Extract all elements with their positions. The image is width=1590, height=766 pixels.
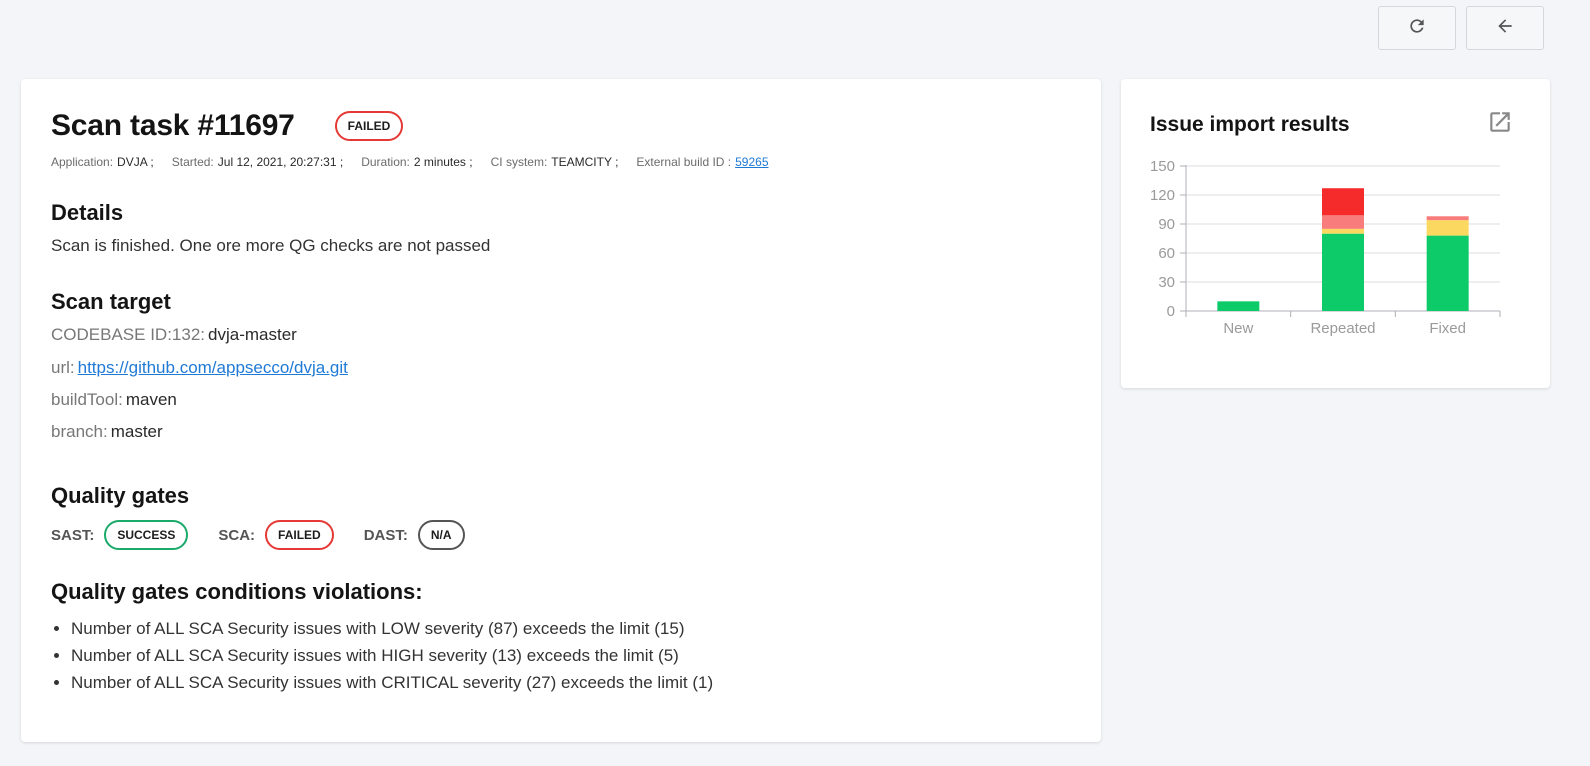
buildtool-value: maven [125,390,177,409]
meta-duration-label: Duration: [361,155,410,169]
branch-label: branch: [51,422,108,441]
gate-sca-status-badge: FAILED [265,520,334,550]
codebase-label: CODEBASE ID:132: [51,325,206,344]
gate-sast-status-badge: SUCCESS [104,520,189,550]
meta-application-value: DVJA ; [117,155,154,169]
quality-gates-heading: Quality gates [51,483,190,508]
top-toolbar [0,0,1590,58]
y-tick-label: 0 [1167,303,1175,320]
gate-dast-status-badge: N/A [417,520,465,550]
meta-duration-value: 2 minutes ; [413,155,473,169]
gate-sca: SCA: FAILED [218,520,334,550]
bar-segment-repeated-2 [1322,215,1364,229]
y-tick-label: 120 [1150,187,1175,204]
refresh-icon [1407,16,1427,41]
gate-sast-label: SAST: [51,526,95,544]
y-tick-label: 60 [1158,245,1175,262]
buildtool-row: buildTool: maven [51,390,177,410]
meta-application-label: Application: [51,155,114,169]
bar-segment-repeated-3 [1322,188,1364,216]
url-label: url: [51,358,75,377]
bar-segment-fixed-1 [1426,220,1469,236]
codebase-row: CODEBASE ID:132: dvja-master [51,325,297,345]
build-id-link[interactable]: 59265 [735,155,768,169]
x-tick-label: Fixed [1429,320,1466,337]
y-tick-label: 150 [1150,158,1175,175]
url-row: url: https://github.com/appsecco/dvja.git [51,358,348,378]
scan-target-heading: Scan target [51,289,171,314]
meta-started-value: Jul 12, 2021, 20:27:31 ; [217,155,344,169]
violation-item: Number of ALL SCA Security issues with C… [71,669,713,696]
bar-segment-new-0 [1217,301,1260,311]
gate-dast-label: DAST: [363,526,408,544]
scan-task-card: Scan task #11697 FAILED Application: DVJA… [21,79,1101,742]
y-tick-label: 30 [1158,274,1175,291]
issue-import-chart: 0 30 60 90 120 150 New Repeated Fixed [1150,158,1501,337]
violation-item: Number of ALL SCA Security issues with L… [71,615,713,642]
meta-build-id: External build ID :59265 [636,155,768,169]
meta-ci-value: TEAMCITY ; [551,155,619,169]
task-status-badge: FAILED [334,111,404,141]
task-meta: Application: DVJA ; Started: Jul 12, 2021,… [51,155,787,169]
page-title: Scan task #11697 [51,109,295,142]
codebase-value: dvja-master [208,325,297,344]
arrow-left-icon [1495,16,1515,41]
repo-url-link[interactable]: https://github.com/appsecco/dvja.git [78,358,348,377]
violation-item: Number of ALL SCA Security issues with H… [71,642,713,669]
quality-gates-row: SAST: SUCCESS SCA: FAILED DAST: N/A [51,520,495,550]
meta-ci-system: CI system: TEAMCITY ; [491,155,619,169]
meta-ci-label: CI system: [490,155,548,169]
x-tick-label: New [1223,320,1253,337]
x-tick-label: Repeated [1310,320,1375,337]
branch-value: master [110,422,163,441]
meta-duration: Duration: 2 minutes ; [361,155,472,169]
issue-import-card: Issue import results 0 30 60 90 120 150 New Rep… [1121,79,1550,388]
meta-build-label: External build ID : [636,155,732,169]
meta-started-label: Started: [171,155,214,169]
buildtool-label: buildTool: [51,390,123,409]
violations-heading: Quality gates conditions violations: [51,579,423,604]
details-text: Scan is finished. One ore more QG checks… [51,236,491,255]
gate-sast: SAST: SUCCESS [51,520,189,550]
bar-segment-fixed-2 [1426,216,1469,221]
meta-application: Application: DVJA ; [51,155,154,169]
violations-list: Number of ALL SCA Security issues with L… [51,615,713,696]
bar-segment-repeated-1 [1322,228,1364,234]
bar-segment-repeated-0 [1322,233,1364,311]
bar-segment-fixed-0 [1426,235,1469,311]
gate-sca-label: SCA: [218,526,256,544]
refresh-button[interactable] [1378,6,1456,50]
back-button[interactable] [1466,6,1544,50]
gate-dast: DAST: N/A [364,520,465,550]
details-heading: Details [51,200,124,225]
title-row: Scan task #11697 FAILED [51,109,404,143]
meta-started: Started: Jul 12, 2021, 20:27:31 ; [172,155,343,169]
branch-row: branch: master [51,422,163,442]
y-tick-label: 90 [1158,216,1175,233]
